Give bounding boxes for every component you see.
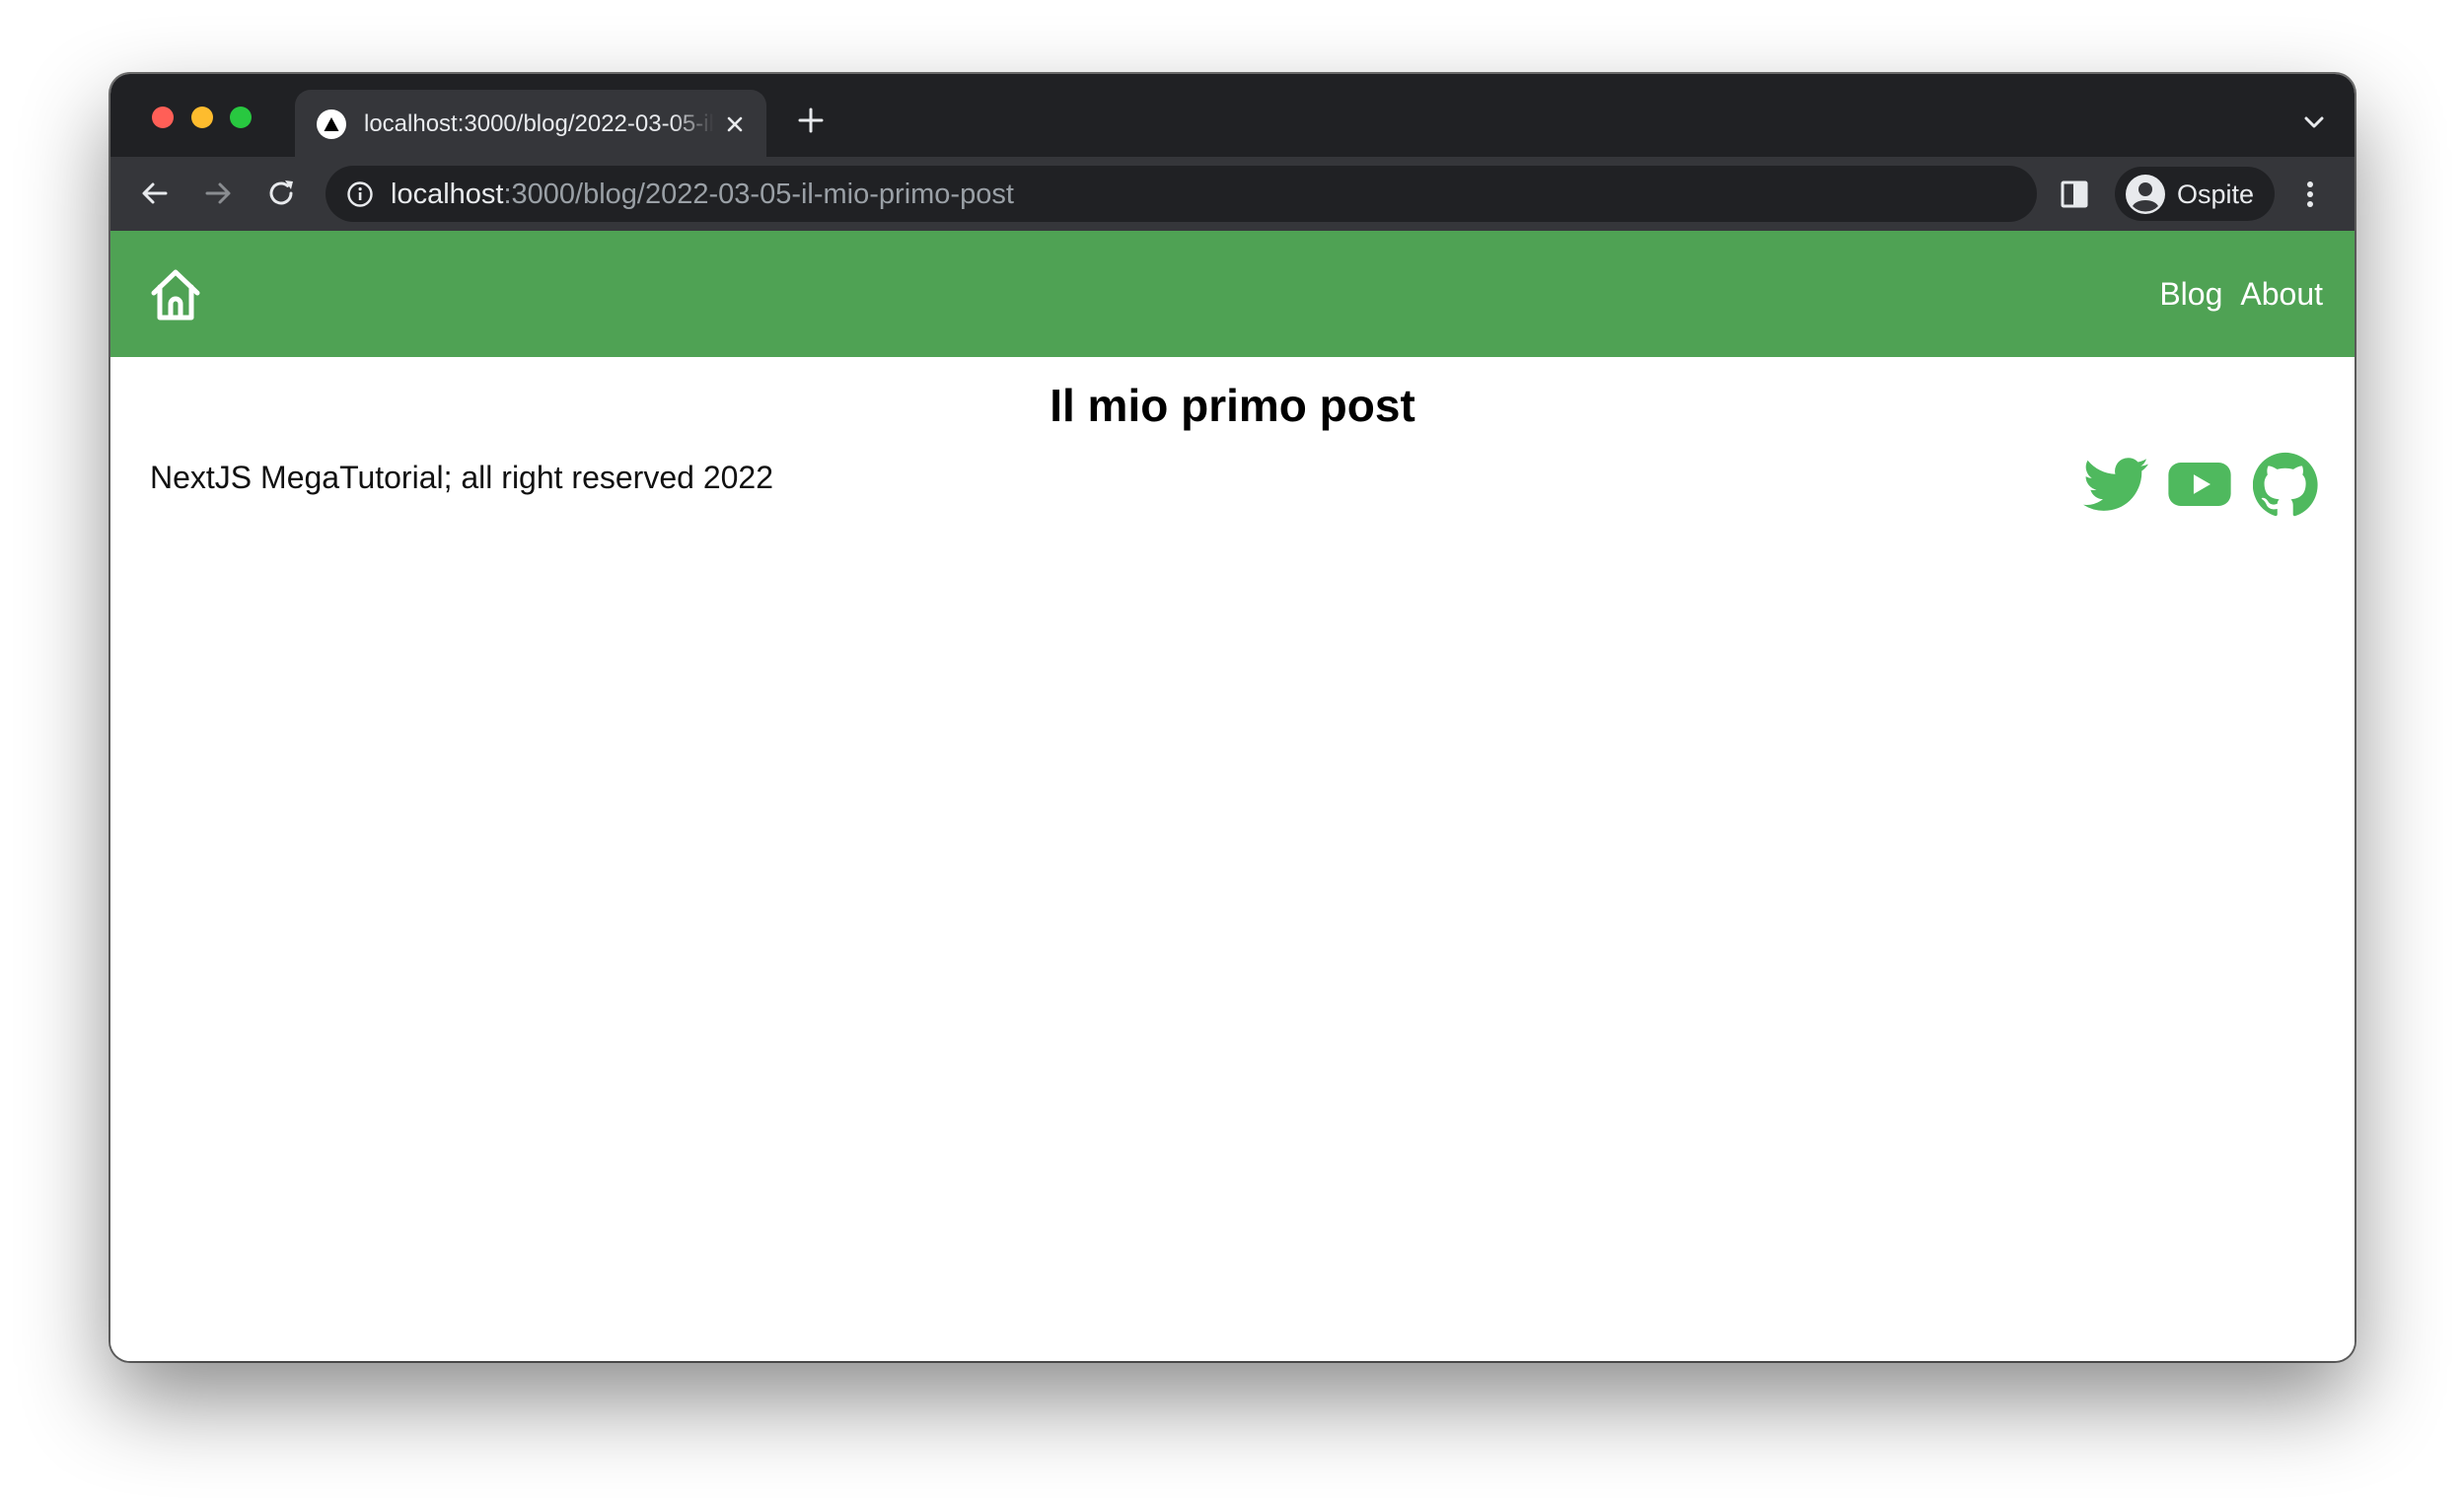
address-host: localhost bbox=[391, 179, 504, 210]
profile-name: Ospite bbox=[2177, 179, 2255, 209]
side-panel-icon[interactable] bbox=[2059, 179, 2090, 210]
github-icon[interactable] bbox=[2252, 452, 2318, 517]
back-arrow-icon[interactable] bbox=[135, 174, 175, 213]
address-bar[interactable]: localhost:3000/blog/2022-03-05-il-mio-pr… bbox=[326, 166, 2037, 222]
footer-copyright: NextJS MegaTutorial; all right reserved … bbox=[150, 460, 773, 495]
site-info-icon[interactable] bbox=[345, 179, 375, 209]
tab-title: localhost:3000/blog/2022-03-05-il-mio-pr… bbox=[364, 110, 714, 137]
youtube-icon[interactable] bbox=[2167, 452, 2232, 517]
tab-close-icon[interactable] bbox=[721, 110, 749, 138]
page-title: Il mio primo post bbox=[1050, 380, 1415, 431]
forward-arrow-icon[interactable] bbox=[198, 174, 238, 213]
tab-strip: localhost:3000/blog/2022-03-05-il-mio-pr… bbox=[110, 74, 2355, 157]
close-window-button[interactable] bbox=[152, 107, 174, 128]
browser-window: localhost:3000/blog/2022-03-05-il-mio-pr… bbox=[110, 74, 2355, 1361]
site-nav: Blog About bbox=[2159, 274, 2323, 314]
new-tab-plus-icon[interactable] bbox=[794, 104, 828, 137]
browser-tab-active[interactable]: localhost:3000/blog/2022-03-05-il-mio-pr… bbox=[295, 90, 766, 157]
guest-avatar-icon bbox=[2125, 174, 2166, 215]
nav-link-about[interactable]: About bbox=[2240, 274, 2323, 314]
more-vertical-icon[interactable] bbox=[2300, 177, 2320, 212]
home-icon[interactable] bbox=[145, 264, 206, 325]
profile-button[interactable]: Ospite bbox=[2115, 167, 2275, 221]
minimize-window-button[interactable] bbox=[191, 107, 213, 128]
nav-link-blog[interactable]: Blog bbox=[2159, 274, 2222, 314]
twitter-icon[interactable] bbox=[2083, 452, 2148, 517]
address-path: :3000/blog/2022-03-05-il-mio-primo-post bbox=[503, 179, 1014, 210]
browser-toolbar: localhost:3000/blog/2022-03-05-il-mio-pr… bbox=[110, 157, 2355, 231]
screen: localhost:3000/blog/2022-03-05-il-mio-pr… bbox=[0, 0, 2464, 1507]
tab-search-chevron-down-icon[interactable] bbox=[2301, 109, 2327, 135]
nextjs-favicon-icon bbox=[317, 109, 346, 139]
reload-icon[interactable] bbox=[261, 174, 301, 213]
page-viewport: Blog About Il mio primo post NextJS Mega… bbox=[110, 231, 2355, 1361]
zoom-window-button[interactable] bbox=[230, 107, 252, 128]
site-header: Blog About bbox=[110, 231, 2355, 357]
address-url: localhost:3000/blog/2022-03-05-il-mio-pr… bbox=[391, 177, 1014, 212]
